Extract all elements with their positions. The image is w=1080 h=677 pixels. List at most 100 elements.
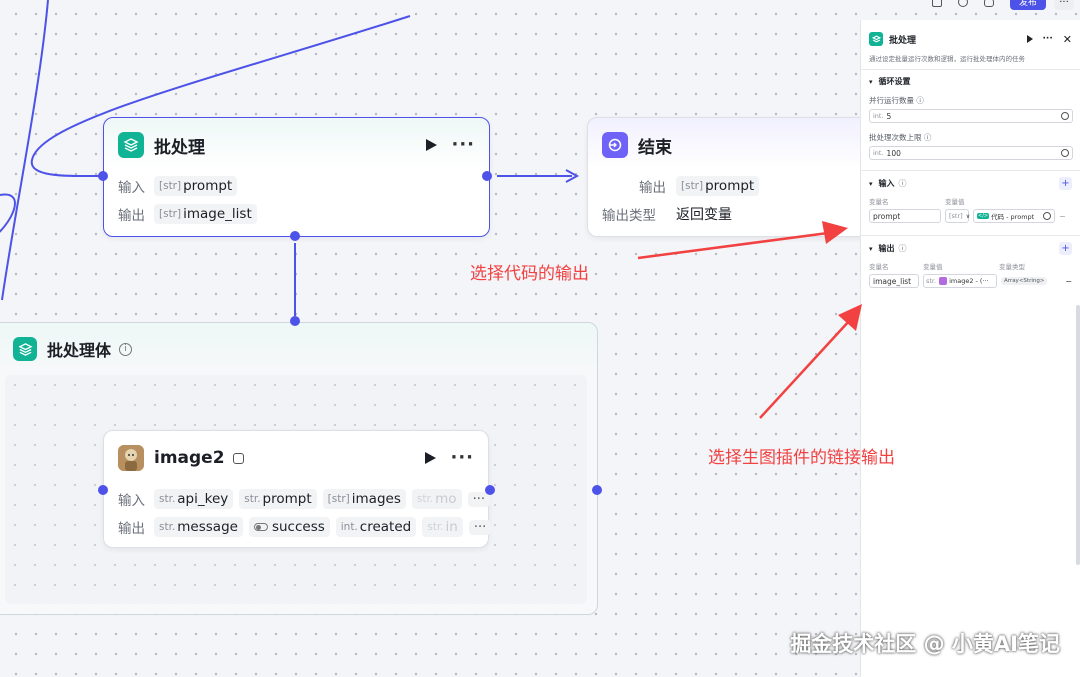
- layers-icon: [118, 132, 144, 158]
- output-label: 输出: [118, 208, 145, 224]
- plugin-icon: [232, 452, 244, 464]
- more-icon[interactable]: ···: [450, 449, 474, 467]
- stepper-icon[interactable]: [1061, 149, 1069, 157]
- batch-in-port[interactable]: [98, 171, 108, 181]
- image2-out-port[interactable]: [485, 485, 495, 495]
- end-output-chip: [str] prompt: [676, 176, 760, 196]
- batch-body-in-port[interactable]: [290, 316, 300, 326]
- panel-scrollbar[interactable]: [1076, 305, 1080, 565]
- max-count-input[interactable]: int. 100: [869, 146, 1073, 160]
- image2-node[interactable]: image2 ··· 输入 str. api_key str. prompt [st…: [103, 430, 492, 548]
- clear-icon[interactable]: [1043, 212, 1051, 220]
- var-name-header: 变量名: [869, 198, 889, 206]
- properties-panel: 批处理 ··· ✕ 通过设定批量运行次数和逻辑，运行批处理体内的任务 ▾ 循环设…: [860, 20, 1080, 677]
- out-var-value-header: 变量值: [923, 263, 943, 271]
- input-chip-model: str. mo: [411, 489, 462, 509]
- batch-output-row: 输出 [str] image_list: [104, 200, 489, 228]
- chevron-down-icon[interactable]: ▾: [869, 245, 873, 253]
- output-chip: [str] image_list: [154, 204, 257, 224]
- more-icon[interactable]: ···: [1054, 0, 1074, 10]
- info-icon[interactable]: ⓘ: [924, 133, 932, 142]
- copy-icon[interactable]: [932, 0, 942, 7]
- add-input-button[interactable]: +: [1059, 177, 1072, 190]
- end-output-row: 输出 [str] prompt: [588, 172, 886, 200]
- info-icon[interactable]: i: [119, 342, 133, 356]
- more-outputs-button[interactable]: ···: [468, 519, 492, 535]
- input-var-name-field[interactable]: prompt: [869, 209, 941, 223]
- input-section-title: 输入: [878, 179, 895, 188]
- out-var-name-header: 变量名: [869, 263, 889, 271]
- chevron-down-icon[interactable]: ▾: [869, 78, 873, 86]
- input-var-type-select[interactable]: [str] ∨: [945, 209, 970, 223]
- output-chip-created: int. created: [335, 517, 417, 537]
- input-label: 输入: [118, 493, 145, 509]
- image2-in-port[interactable]: [98, 485, 108, 495]
- out-var-type-header: 变量类型: [999, 263, 1025, 271]
- stepper-icon[interactable]: [1061, 112, 1069, 120]
- input-var-ref-select[interactable]: </> 代码 - prompt: [973, 209, 1055, 223]
- output-section-title: 输出: [878, 244, 895, 253]
- output-kind-label: 输出类型: [602, 208, 656, 224]
- output-chip-hidden: str. in: [422, 517, 463, 537]
- history-icon[interactable]: [958, 0, 968, 7]
- input-chip-prompt: str. prompt: [239, 489, 317, 509]
- loop-section-title: 循环设置: [878, 77, 911, 86]
- output-label: 输出: [118, 521, 145, 537]
- output-kind-value: 返回变量: [676, 207, 732, 223]
- watermark: 掘金技术社区 @ 小黄AI笔记: [790, 632, 1060, 656]
- edge-curve-left: [0, 193, 16, 233]
- batch-body-port-top[interactable]: [290, 231, 300, 241]
- panel-title: 批处理: [889, 35, 917, 46]
- input-label: 输入: [118, 180, 145, 196]
- remove-output-button[interactable]: −: [1065, 277, 1072, 286]
- toggle-icon: [253, 523, 268, 531]
- run-icon[interactable]: [1026, 35, 1033, 43]
- max-label: 批处理次数上限 ⓘ: [869, 133, 932, 142]
- more-icon[interactable]: ···: [1043, 34, 1053, 44]
- output-chip-message: str. message: [154, 517, 243, 537]
- output-var-ref-select[interactable]: str. image2 - (···: [923, 274, 997, 288]
- input-section: ▾ 输入 ⓘ + 变量名 变量值 prompt [str] ∨ </> 代码 - p…: [861, 170, 1080, 229]
- output-chip-success: success: [248, 517, 330, 537]
- layers-icon: [869, 32, 883, 46]
- parallel-count-input[interactable]: int. 5: [869, 109, 1073, 123]
- run-icon[interactable]: [425, 452, 437, 464]
- batch-input-row: 输入 [str] prompt: [104, 172, 489, 200]
- layers-icon: [13, 337, 37, 361]
- output-var-name-field[interactable]: image_list: [869, 274, 919, 288]
- remove-input-button[interactable]: −: [1059, 212, 1066, 221]
- code-icon: </>: [977, 213, 990, 219]
- more-icon[interactable]: ···: [451, 136, 475, 154]
- info-icon[interactable]: ⓘ: [916, 96, 924, 105]
- exit-icon: [602, 132, 628, 158]
- batch-body-title: 批处理体: [47, 341, 112, 360]
- avatar: [118, 445, 144, 471]
- var-value-header: 变量值: [945, 198, 965, 206]
- plugin-avatar-icon: [939, 277, 948, 285]
- user-icon[interactable]: [984, 0, 994, 7]
- annotation-plugin-output: 选择生图插件的链接输出: [708, 448, 895, 468]
- output-var-kind-badge: Array<String>: [1001, 277, 1048, 285]
- close-icon[interactable]: ✕: [1063, 33, 1072, 46]
- input-chip-images: [str] images: [322, 489, 406, 509]
- batch-out-port[interactable]: [482, 171, 492, 181]
- chevron-down-icon[interactable]: ▾: [869, 180, 873, 188]
- batch-body-out-port[interactable]: [592, 485, 602, 495]
- batch-node-title: 批处理: [154, 137, 205, 158]
- output-label: 输出: [639, 180, 666, 196]
- publish-button[interactable]: 发布: [1010, 0, 1046, 10]
- output-section: ▾ 输出 ⓘ + 变量名 变量值 变量类型 image_list str. ima…: [861, 235, 1080, 294]
- batch-node[interactable]: 批处理 ··· 输入 [str] prompt 输出 [str] image_lis…: [103, 117, 490, 237]
- info-icon[interactable]: ⓘ: [899, 178, 907, 189]
- end-node[interactable]: 结束 输出 [str] prompt 输出类型 返回变量: [587, 117, 887, 237]
- run-icon[interactable]: [426, 139, 438, 151]
- edge-curve-top: [1, 0, 49, 301]
- image2-node-title: image2: [154, 448, 225, 468]
- info-icon[interactable]: ⓘ: [899, 243, 907, 254]
- top-toolbar: 发布 ···: [920, 0, 1080, 12]
- loop-settings-section: ▾ 循环设置 并行运行数量 ⓘ int. 5 批处理次数上限 ⓘ int. 100: [861, 69, 1080, 170]
- add-output-button[interactable]: +: [1059, 242, 1072, 255]
- panel-description: 通过设定批量运行次数和逻辑，运行批处理体内的任务: [869, 55, 1025, 63]
- end-node-title: 结束: [638, 137, 672, 158]
- annotation-code-output: 选择代码的输出: [470, 264, 589, 284]
